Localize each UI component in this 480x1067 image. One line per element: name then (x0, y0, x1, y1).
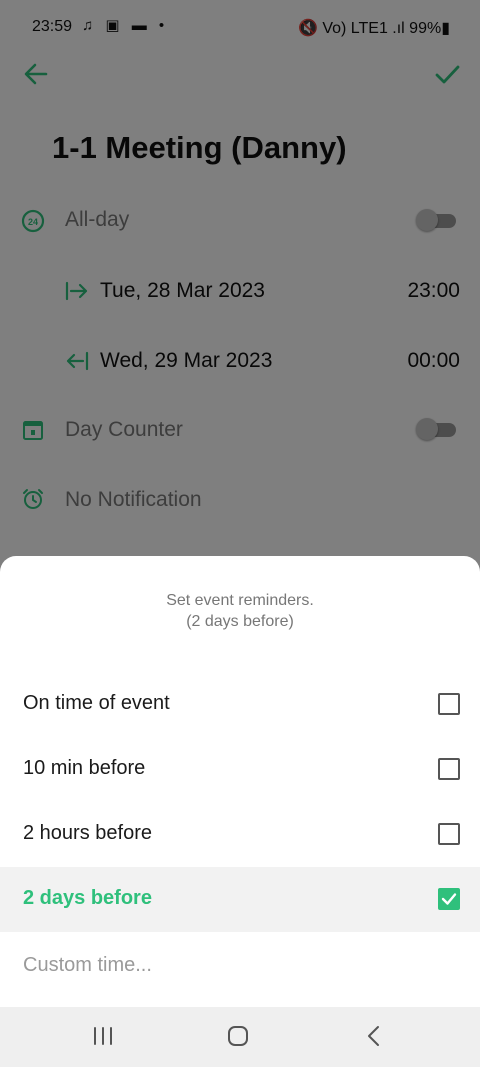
checkbox[interactable] (438, 693, 460, 715)
reminder-option-10-min[interactable]: 10 min before (0, 737, 480, 802)
checkbox[interactable] (438, 758, 460, 780)
sheet-title: Set event reminders. (2 days before) (0, 590, 480, 632)
sheet-title-line2: (2 days before) (186, 613, 294, 630)
reminder-option-2-days[interactable]: 2 days before (0, 867, 480, 932)
reminder-bottom-sheet: Set event reminders. (2 days before) On … (0, 556, 480, 1007)
custom-time-option[interactable]: Custom time... (23, 954, 152, 977)
option-label: On time of event (23, 692, 170, 714)
nav-back-icon[interactable] (362, 1024, 386, 1048)
option-label: 10 min before (23, 757, 146, 779)
checkbox[interactable] (438, 823, 460, 845)
system-nav-bar (0, 1007, 480, 1067)
reminder-option-on-time[interactable]: On time of event (0, 672, 480, 737)
checkmark-icon (441, 893, 457, 905)
sheet-title-line1: Set event reminders. (166, 592, 314, 609)
reminder-option-2-hours[interactable]: 2 hours before (0, 802, 480, 867)
option-label: 2 hours before (23, 822, 152, 844)
checkbox-checked[interactable] (438, 888, 460, 910)
home-icon[interactable] (226, 1024, 250, 1048)
option-label: 2 days before (23, 887, 152, 909)
recent-apps-icon[interactable] (92, 1025, 114, 1047)
